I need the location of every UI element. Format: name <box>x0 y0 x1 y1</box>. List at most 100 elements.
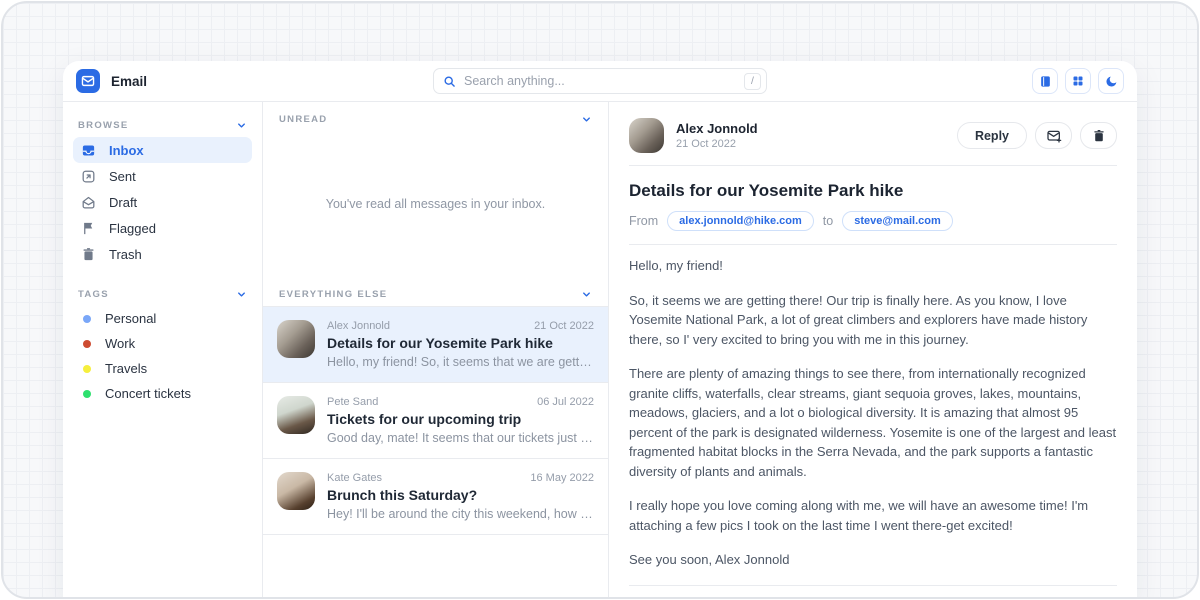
avatar <box>629 118 664 153</box>
tag-dot-blue <box>83 315 91 323</box>
delete-button[interactable] <box>1080 122 1117 149</box>
sent-icon <box>81 169 96 184</box>
message-list-column: UNREAD You've read all messages in your … <box>263 102 609 599</box>
reply-button[interactable]: Reply <box>957 122 1027 149</box>
unread-empty-message: You've read all messages in your inbox. <box>263 131 608 277</box>
from-address-pill[interactable]: alex.jonnold@hike.com <box>667 211 814 231</box>
trash-icon <box>81 247 96 262</box>
sidebar-item-label: Flagged <box>109 221 156 236</box>
email-subject: Brunch this Saturday? <box>327 487 594 503</box>
reader-header: Alex Jonnold 21 Oct 2022 Reply <box>629 114 1117 165</box>
sidebar-item-label: Inbox <box>109 143 144 158</box>
dark-mode-toggle[interactable] <box>1098 68 1124 94</box>
email-sender: Alex Jonnold <box>327 320 390 332</box>
reader-sender-block: Alex Jonnold 21 Oct 2022 <box>676 121 945 150</box>
flag-icon <box>81 221 96 236</box>
sidebar-item-label: Draft <box>109 195 137 210</box>
search-input[interactable] <box>464 74 736 88</box>
email-row-content: Alex Jonnold 21 Oct 2022 Details for our… <box>327 320 594 369</box>
tag-dot-green <box>83 390 91 398</box>
email-sender: Pete Sand <box>327 396 378 408</box>
tag-item-concert-tickets[interactable]: Concert tickets <box>73 381 252 406</box>
sidebar-item-label: Sent <box>109 169 136 184</box>
email-row-pete[interactable]: Pete Sand 06 Jul 2022 Tickets for our up… <box>263 383 608 459</box>
top-bar: Email / <box>63 61 1137 102</box>
app-title: Email <box>111 74 147 89</box>
email-preview: Hey! I'll be around the city this weeken… <box>327 507 594 521</box>
search-box[interactable]: / <box>433 68 767 94</box>
email-date: 16 May 2022 <box>530 472 594 484</box>
tag-label: Concert tickets <box>105 386 191 401</box>
sidebar-item-sent[interactable]: Sent <box>73 163 252 189</box>
everything-else-label: EVERYTHING ELSE <box>279 289 387 300</box>
sidebar-item-inbox[interactable]: Inbox <box>73 137 252 163</box>
email-row-content: Pete Sand 06 Jul 2022 Tickets for our up… <box>327 396 594 445</box>
everything-else-section-header: EVERYTHING ELSE <box>263 277 608 306</box>
tag-label: Travels <box>105 361 147 376</box>
sidebar-item-trash[interactable]: Trash <box>73 241 252 267</box>
apps-grid-icon <box>1072 75 1084 87</box>
email-app-window: Email / <box>63 61 1137 599</box>
email-subject: Tickets for our upcoming trip <box>327 411 594 427</box>
top-actions <box>924 68 1124 94</box>
email-sender: Kate Gates <box>327 472 382 484</box>
tag-item-personal[interactable]: Personal <box>73 306 252 331</box>
reader-sender-name: Alex Jonnold <box>676 121 945 136</box>
reader-meta: From alex.jonnold@hike.com to steve@mail… <box>629 211 1117 231</box>
browse-section-header: BROWSE <box>73 114 252 137</box>
moon-icon <box>1105 75 1118 88</box>
tag-dot-yellow <box>83 365 91 373</box>
to-address-pill[interactable]: steve@mail.com <box>842 211 953 231</box>
tag-label: Work <box>105 336 135 351</box>
email-preview: Hello, my friend! So, it seems that we a… <box>327 355 594 369</box>
sidebar: BROWSE Inbox Sent <box>63 102 263 599</box>
avatar <box>277 396 315 434</box>
forward-mail-button[interactable] <box>1035 122 1072 149</box>
attachments-label: Attachments <box>629 599 1117 600</box>
reader-date: 21 Oct 2022 <box>676 138 945 150</box>
email-rows: Alex Jonnold 21 Oct 2022 Details for our… <box>263 306 608 535</box>
chevron-down-icon[interactable] <box>236 120 247 131</box>
to-label: to <box>823 214 833 228</box>
chevron-down-icon[interactable] <box>581 114 592 125</box>
chevron-down-icon[interactable] <box>236 289 247 300</box>
email-row-content: Kate Gates 16 May 2022 Brunch this Satur… <box>327 472 594 521</box>
envelope-plus-icon <box>1046 128 1062 144</box>
tags-label: TAGS <box>78 289 109 300</box>
chevron-down-icon[interactable] <box>581 289 592 300</box>
body-paragraph: Hello, my friend! <box>629 256 1117 276</box>
reader-subject: Details for our Yosemite Park hike <box>629 181 1117 201</box>
email-date: 21 Oct 2022 <box>534 320 594 332</box>
notebook-button[interactable] <box>1032 68 1058 94</box>
body-paragraph: I really hope you love coming along with… <box>629 496 1117 535</box>
book-icon <box>1039 75 1052 88</box>
sidebar-item-flagged[interactable]: Flagged <box>73 215 252 241</box>
brand: Email <box>76 69 276 93</box>
tag-item-travels[interactable]: Travels <box>73 356 252 381</box>
divider <box>629 585 1117 586</box>
desktop-background: Email / <box>1 1 1199 599</box>
sidebar-item-draft[interactable]: Draft <box>73 189 252 215</box>
reader-actions: Reply <box>957 122 1117 149</box>
body-paragraph: So, it seems we are getting there! Our t… <box>629 291 1117 350</box>
unread-label: UNREAD <box>279 114 327 125</box>
tag-label: Personal <box>105 311 156 326</box>
inbox-icon <box>81 143 96 158</box>
reading-pane: Alex Jonnold 21 Oct 2022 Reply <box>609 102 1137 599</box>
avatar <box>277 472 315 510</box>
email-logo-icon <box>76 69 100 93</box>
apps-grid-button[interactable] <box>1065 68 1091 94</box>
email-body: Hello, my friend! So, it seems we are ge… <box>629 245 1117 570</box>
email-date: 06 Jul 2022 <box>537 396 594 408</box>
email-row-alex[interactable]: Alex Jonnold 21 Oct 2022 Details for our… <box>263 307 608 383</box>
unread-section-header: UNREAD <box>263 102 608 131</box>
tag-item-work[interactable]: Work <box>73 331 252 356</box>
browse-label: BROWSE <box>78 120 129 131</box>
draft-icon <box>81 195 96 210</box>
body-paragraph: See you soon, Alex Jonnold <box>629 550 1117 570</box>
body-paragraph: There are plenty of amazing things to se… <box>629 364 1117 481</box>
divider <box>629 165 1117 166</box>
tags-section-header: TAGS <box>73 283 252 306</box>
email-row-kate[interactable]: Kate Gates 16 May 2022 Brunch this Satur… <box>263 459 608 535</box>
search-shortcut-badge: / <box>744 73 761 90</box>
